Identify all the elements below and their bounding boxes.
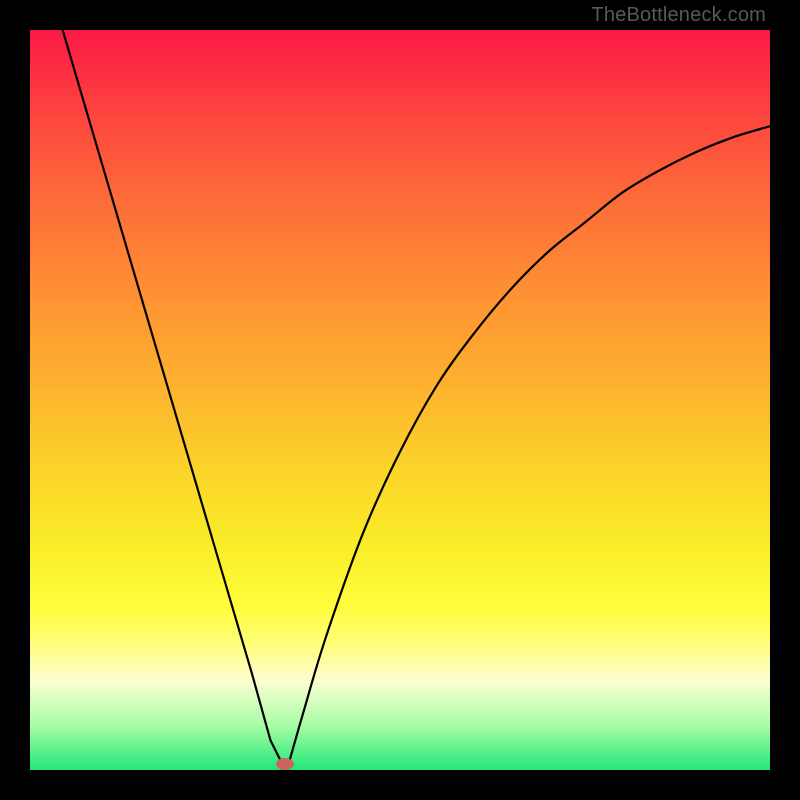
- watermark-text: TheBottleneck.com: [591, 4, 766, 27]
- chart-plot-area: [30, 30, 770, 770]
- bottleneck-curve: [30, 30, 770, 770]
